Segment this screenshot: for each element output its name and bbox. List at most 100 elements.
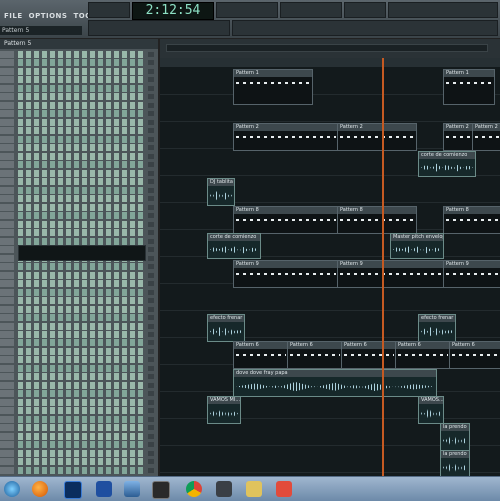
pattern-clip[interactable]: Pattern 9 [233,260,339,288]
channel-led[interactable] [148,459,154,465]
pattern-clip[interactable]: Pattern 8 [443,206,500,234]
channel-led[interactable] [148,425,154,431]
audio-clip[interactable]: corte de comienzo [418,151,476,177]
audio-clip[interactable]: la prendo [440,423,470,451]
channel-led[interactable] [148,255,154,261]
pattern-clip[interactable]: Pattern 9 [443,260,500,288]
step-buttons[interactable] [18,229,144,237]
channel-led[interactable] [148,60,154,66]
channel-led[interactable] [148,187,154,193]
channel-led[interactable] [148,204,154,210]
game-icon[interactable] [246,481,262,497]
fl-studio-icon[interactable] [152,481,170,499]
channel-led[interactable] [148,416,154,422]
pattern-clip[interactable]: Pattern 1 [443,69,495,105]
channel-button[interactable] [0,67,14,75]
channel-button[interactable] [0,356,14,364]
channel-button[interactable] [0,237,14,245]
firefox-icon[interactable] [32,481,48,497]
step-buttons[interactable] [18,347,144,355]
channel-button[interactable] [0,195,14,203]
channel-rack-title[interactable]: Pattern 5 [0,39,158,49]
channel-led[interactable] [148,136,154,142]
channel-button[interactable] [0,424,14,432]
step-buttons[interactable] [18,449,144,457]
channel-led[interactable] [148,357,154,363]
step-buttons[interactable] [18,297,144,305]
channel-led[interactable] [148,408,154,414]
media-icon[interactable] [124,481,140,497]
channel-led[interactable] [148,238,154,244]
network-icon[interactable] [216,481,232,497]
tempo-panel[interactable] [216,2,278,18]
channel-led[interactable] [148,68,154,74]
channel-led[interactable] [148,374,154,380]
step-buttons[interactable] [18,339,144,347]
step-buttons[interactable] [18,432,144,440]
pattern-clip[interactable]: Pattern 2 [233,123,339,151]
channel-button[interactable] [0,466,14,474]
channel-led[interactable] [148,111,154,117]
channel-led[interactable] [148,153,154,159]
channel-button[interactable] [0,288,14,296]
channel-button[interactable] [0,135,14,143]
channel-led[interactable] [148,331,154,337]
channel-led[interactable] [148,340,154,346]
channel-led[interactable] [148,365,154,371]
pattern-selector[interactable]: Pattern 5 [0,26,82,35]
channel-led[interactable] [148,442,154,448]
channel-button[interactable] [0,51,14,58]
step-buttons[interactable] [18,288,144,296]
channel-led[interactable] [148,467,154,473]
channel-button[interactable] [0,458,14,466]
channel-led[interactable] [148,298,154,304]
step-buttons[interactable] [18,424,144,432]
channel-button[interactable] [0,76,14,84]
channel-button[interactable] [0,432,14,440]
step-buttons[interactable] [18,390,144,398]
step-buttons[interactable] [18,458,144,466]
step-buttons[interactable] [18,84,144,92]
channel-led[interactable] [148,94,154,100]
channel-button[interactable] [0,271,14,279]
step-buttons[interactable] [18,373,144,381]
step-buttons[interactable] [18,305,144,313]
step-buttons[interactable] [18,178,144,186]
step-buttons[interactable] [18,161,144,169]
step-buttons[interactable] [18,220,144,228]
channel-led[interactable] [148,128,154,134]
channel-led[interactable] [148,433,154,439]
channel-button[interactable] [0,415,14,423]
step-buttons[interactable] [18,59,144,67]
tool-buttons[interactable] [388,2,498,18]
channel-led[interactable] [148,196,154,202]
channel-button[interactable] [0,305,14,313]
channel-button[interactable] [0,373,14,381]
channel-button[interactable] [0,297,14,305]
channel-button[interactable] [0,203,14,211]
audio-clip[interactable]: efecto frenar [418,314,456,342]
channel-led[interactable] [148,289,154,295]
channel-led[interactable] [148,247,154,253]
channel-button[interactable] [0,110,14,118]
chrome-icon[interactable] [186,481,202,497]
channel-button[interactable] [0,314,14,322]
channel-button[interactable] [0,441,14,449]
step-buttons[interactable] [18,441,144,449]
channel-led[interactable] [148,281,154,287]
step-buttons[interactable] [18,356,144,364]
pattern-clip[interactable]: Pattern 6 [395,341,451,369]
channel-button[interactable] [0,169,14,177]
channel-button[interactable] [0,84,14,92]
audio-clip[interactable]: efecto frenar [207,314,245,342]
step-buttons[interactable] [18,381,144,389]
step-buttons[interactable] [18,195,144,203]
pattern-clip[interactable]: Pattern 6 [287,341,343,369]
step-buttons[interactable] [18,93,144,101]
channel-button[interactable] [0,93,14,101]
channel-button[interactable] [0,280,14,288]
channel-led[interactable] [148,306,154,312]
step-buttons[interactable] [18,280,144,288]
channel-button[interactable] [0,101,14,109]
pattern-clip[interactable]: Pattern 9 [337,260,445,288]
